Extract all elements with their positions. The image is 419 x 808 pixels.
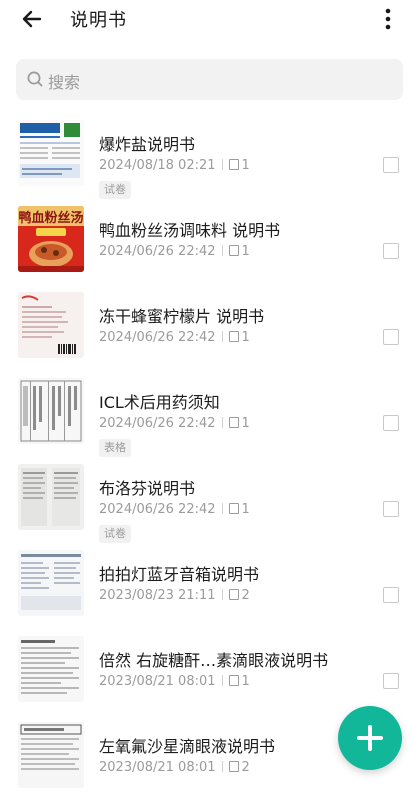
search-icon <box>27 71 43 87</box>
page-count: 1 <box>241 330 250 345</box>
document-datetime: 2024/08/18 02:21 <box>99 158 216 173</box>
page-count: 1 <box>241 502 250 517</box>
page-count-icon <box>228 245 239 256</box>
document-meta: 2024/06/26 22:42 1 <box>99 244 250 259</box>
select-checkbox[interactable] <box>383 329 399 345</box>
select-checkbox[interactable] <box>383 415 399 431</box>
document-thumbnail <box>18 464 84 530</box>
category-tag: 表格 <box>99 439 131 457</box>
page-count-icon <box>228 159 239 170</box>
page-count-icon <box>228 503 239 514</box>
document-thumbnail <box>18 378 84 444</box>
document-thumbnail <box>18 550 84 616</box>
document-thumbnail <box>18 120 84 186</box>
select-checkbox[interactable] <box>383 587 399 603</box>
category-tag: 试卷 <box>99 181 131 199</box>
select-checkbox[interactable] <box>383 501 399 517</box>
document-meta: 2024/06/26 22:42 1 <box>99 502 250 517</box>
page-count-icon <box>228 417 239 428</box>
select-checkbox[interactable] <box>383 157 399 173</box>
page-count: 2 <box>241 588 250 603</box>
document-datetime: 2024/06/26 22:42 <box>99 502 216 517</box>
document-thumbnail: 鸭血粉丝汤 <box>18 206 84 272</box>
document-datetime: 2023/08/21 08:01 <box>99 760 216 775</box>
list-item[interactable]: 拍拍灯蓝牙音箱说明书 2023/08/23 21:11 2 <box>0 550 419 636</box>
document-meta: 2023/08/21 08:01 2 <box>99 760 250 775</box>
document-thumbnail <box>18 292 84 358</box>
document-thumbnail <box>18 722 84 788</box>
arrow-left-icon <box>22 10 42 28</box>
page-count: 1 <box>241 674 250 689</box>
page-count-icon <box>228 331 239 342</box>
document-datetime: 2024/06/26 22:42 <box>99 244 216 259</box>
page-count-icon <box>228 589 239 600</box>
document-name: 鸭血粉丝汤调味料 说明书 <box>99 221 281 240</box>
document-name: 左氧氟沙星滴眼液说明书 <box>99 737 276 756</box>
more-vertical-icon <box>385 8 391 30</box>
page-count: 1 <box>241 244 250 259</box>
document-meta: 2024/06/26 22:42 1 <box>99 330 250 345</box>
list-item[interactable]: 爆炸盐说明书 2024/08/18 02:21 1 试卷 <box>0 120 419 206</box>
app-bar: 说明书 <box>0 0 419 38</box>
list-item[interactable]: ICL术后用药须知 2024/06/26 22:42 1 表格 <box>0 378 419 464</box>
page-title: 说明书 <box>70 10 127 31</box>
page-count-icon <box>228 675 239 686</box>
document-meta: 2024/06/26 22:42 1 <box>99 416 250 431</box>
document-thumbnail <box>18 636 84 702</box>
select-checkbox[interactable] <box>383 243 399 259</box>
document-meta: 2023/08/23 21:11 2 <box>99 588 250 603</box>
select-checkbox[interactable] <box>383 673 399 689</box>
document-datetime: 2024/06/26 22:42 <box>99 416 216 431</box>
list-item[interactable]: 布洛芬说明书 2024/06/26 22:42 1 试卷 <box>0 464 419 550</box>
document-name: 倍然 右旋糖酐…素滴眼液说明书 <box>99 651 329 670</box>
document-name: 布洛芬说明书 <box>99 479 196 498</box>
back-button[interactable] <box>16 5 48 33</box>
more-options-button[interactable] <box>376 6 400 32</box>
document-datetime: 2023/08/21 08:01 <box>99 674 216 689</box>
document-name: 爆炸盐说明书 <box>99 135 196 154</box>
document-meta: 2024/08/18 02:21 1 <box>99 158 250 173</box>
page-count: 1 <box>241 416 250 431</box>
page-count: 2 <box>241 760 250 775</box>
document-datetime: 2023/08/23 21:11 <box>99 588 216 603</box>
search-placeholder: 搜索 <box>48 73 81 92</box>
page-count-icon <box>228 761 239 772</box>
document-meta: 2023/08/21 08:01 1 <box>99 674 250 689</box>
list-item[interactable]: 冻干蜂蜜柠檬片 说明书 2024/06/26 22:42 1 <box>0 292 419 378</box>
add-document-button[interactable] <box>338 706 402 770</box>
document-name: 拍拍灯蓝牙音箱说明书 <box>99 565 260 584</box>
thumbnail-caption: 鸭血粉丝汤 <box>18 210 83 226</box>
document-datetime: 2024/06/26 22:42 <box>99 330 216 345</box>
document-name: 冻干蜂蜜柠檬片 说明书 <box>99 307 265 326</box>
category-tag: 试卷 <box>99 525 131 543</box>
search-input[interactable]: 搜索 <box>16 59 403 100</box>
document-name: ICL术后用药须知 <box>99 393 220 412</box>
page-count: 1 <box>241 158 250 173</box>
list-item[interactable]: 鸭血粉丝汤 鸭血粉丝汤调味料 说明书 2024/06/26 22:42 1 <box>0 206 419 292</box>
